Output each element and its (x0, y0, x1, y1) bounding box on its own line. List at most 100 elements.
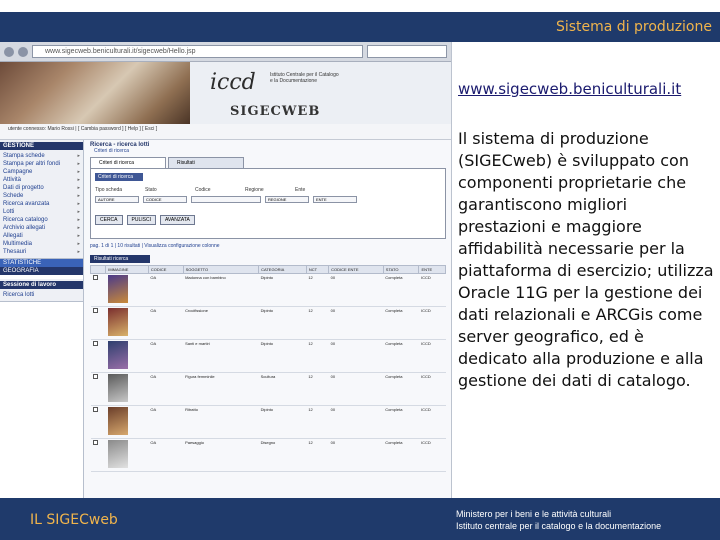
forward-icon[interactable] (18, 46, 28, 57)
chevron-right-icon: ▸ (77, 201, 80, 207)
table-row[interactable]: OA Santi e martiri Dipinto 12 00 Completa ICCD (90, 339, 446, 373)
artwork-thumbnail[interactable] (107, 341, 128, 369)
table-cell: Completa (383, 438, 419, 472)
menu-item-label: Ricerca catalogo (3, 217, 48, 223)
menu-item-label: Dati di progetto (3, 185, 44, 191)
menu-geografia[interactable]: GEOGRAFIA (0, 267, 83, 275)
app-name: SIGECWEB (230, 104, 321, 119)
pager[interactable]: pag. 1 di 1 | 10 risultati | Visualizza … (90, 243, 446, 249)
sigecweb-screenshot: www.sigecweb.beniculturali.it/sigecweb/H… (0, 42, 452, 498)
column-header[interactable]: SOGGETTO (182, 265, 260, 274)
artwork-thumbnail[interactable] (107, 440, 128, 468)
row-checkbox[interactable] (92, 407, 98, 412)
menu-item[interactable]: Attività ▸ (3, 176, 80, 184)
site-link[interactable]: www.sigecweb.beniculturali.it (458, 80, 681, 98)
menu-item[interactable]: Campagne ▸ (3, 168, 80, 176)
table-cell: Scultura (258, 372, 307, 406)
menu-item-label: Attività (3, 177, 22, 183)
menu-item[interactable]: Dati di progetto ▸ (3, 184, 80, 192)
table-cell (90, 273, 106, 307)
filter-label: Ente (295, 187, 306, 193)
table-cell (90, 339, 106, 373)
table-cell: 00 (328, 339, 384, 373)
ministry-text: Ministero per i beni e le attività cultu… (456, 508, 661, 532)
work-session-item[interactable]: Ricerca lotti (3, 291, 80, 299)
menu-item[interactable]: Allegati ▸ (3, 232, 80, 240)
filter-field[interactable] (191, 196, 261, 203)
menu-item[interactable]: Lotti ▸ (3, 208, 80, 216)
table-cell (105, 438, 149, 472)
menu-item[interactable]: Ricerca avanzata ▸ (3, 200, 80, 208)
table-cell (105, 273, 149, 307)
table-row[interactable]: OA Crocifissione Dipinto 12 00 Completa ICCD (90, 306, 446, 340)
table-cell: Dipinto (258, 339, 307, 373)
address-bar[interactable]: www.sigecweb.beniculturali.it/sigecweb/H… (32, 45, 363, 58)
browser-toolbar: www.sigecweb.beniculturali.it/sigecweb/H… (0, 42, 451, 62)
table-row[interactable]: OA Ritratto Dipinto 12 00 Completa ICCD (90, 405, 446, 439)
menu-item[interactable]: Archivio allegati ▸ (3, 224, 80, 232)
table-cell: 12 (306, 339, 329, 373)
column-header[interactable]: CODICE ENTE (328, 265, 384, 274)
artwork-thumbnail[interactable] (107, 275, 128, 303)
table-cell: 00 (328, 273, 384, 307)
filter-field[interactable]: REGIONE (265, 196, 309, 203)
row-checkbox[interactable] (92, 341, 98, 346)
search-button[interactable]: CERCA (95, 215, 123, 225)
breadcrumb-sub[interactable]: Criteri di ricerca (94, 148, 446, 154)
menu-item[interactable]: Multimedia ▸ (3, 240, 80, 248)
column-header[interactable]: NCT (305, 265, 330, 274)
tab-risultati[interactable]: Risultati (168, 157, 244, 168)
table-cell: ICCD (418, 405, 446, 439)
back-icon[interactable] (4, 46, 14, 57)
row-checkbox[interactable] (92, 440, 98, 445)
filter-label: Regione (245, 187, 264, 193)
artwork-thumbnail[interactable] (107, 308, 128, 336)
chevron-right-icon: ▸ (77, 169, 80, 175)
clear-button[interactable]: PULISCI (126, 215, 156, 225)
menu-item[interactable]: Stampa schede ▸ (3, 152, 80, 160)
row-checkbox[interactable] (92, 308, 98, 313)
filter-labels: Tipo scheda Stato Codice Regione Ente (95, 187, 441, 193)
artwork-thumbnail[interactable] (107, 407, 128, 435)
description-text: Il sistema di produzione (SIGECweb) è sv… (458, 129, 714, 390)
filter-field[interactable]: AUTORE (95, 196, 139, 203)
menu-item-label: Thesauri (3, 249, 27, 255)
table-row[interactable]: OA Paesaggio Disegno 12 00 Completa ICCD (90, 438, 446, 472)
row-checkbox[interactable] (92, 374, 98, 379)
table-cell: OA (148, 306, 184, 340)
menu-gestione: GESTIONE Stampa schede ▸ Stampa per altri… (0, 140, 83, 259)
table-cell: 12 (306, 306, 329, 340)
artwork-thumbnail[interactable] (107, 374, 128, 402)
table-cell (105, 339, 149, 373)
row-checkbox[interactable] (92, 275, 98, 280)
table-cell: ICCD (418, 372, 446, 406)
table-row[interactable]: OA Madonna con bambino Dipinto 12 00 Completa… (90, 273, 446, 307)
results-heading: Risultati ricerca (90, 255, 150, 263)
results-table: IMMAGINE CODICE SOGGETTO CATEGORIA NCT C… (89, 265, 446, 472)
tab-criteri[interactable]: Criteri di ricerca (90, 157, 166, 168)
filter-label: Tipo scheda (95, 187, 123, 193)
filter-fields: AUTORE CODICE REGIONE ENTE (95, 196, 441, 203)
column-header[interactable]: CODICE (147, 265, 184, 274)
table-cell: OA (148, 273, 184, 307)
column-header[interactable]: IMMAGINE (105, 265, 149, 274)
column-header[interactable]: ENTE (418, 265, 446, 274)
site-header: iccd Istituto Centrale per il Catalogo e… (0, 62, 451, 124)
table-cell: 00 (328, 372, 384, 406)
menu-item[interactable]: Stampa per altri fondi ▸ (3, 160, 80, 168)
menu-item[interactable]: Ricerca catalogo ▸ (3, 216, 80, 224)
column-header[interactable]: CATEGORIA (258, 265, 307, 274)
menu-statistiche[interactable]: STATISTICHE (0, 259, 83, 267)
browser-search-input[interactable] (367, 45, 447, 58)
chevron-right-icon: ▸ (77, 185, 80, 191)
menu-item[interactable]: Schede ▸ (3, 192, 80, 200)
menu-item[interactable]: Thesauri ▸ (3, 248, 80, 256)
column-header[interactable]: STATO (382, 265, 420, 274)
filter-field[interactable]: ENTE (313, 196, 357, 203)
advanced-button[interactable]: AVANZATA (159, 215, 195, 225)
table-row[interactable]: OA Figura femminile Scultura 12 00 Completa IC… (90, 372, 446, 406)
filter-field[interactable]: CODICE (143, 196, 187, 203)
menu-item-label: Campagne (3, 169, 33, 175)
menu-item-label: Schede (3, 193, 24, 199)
table-cell: 00 (328, 306, 384, 340)
